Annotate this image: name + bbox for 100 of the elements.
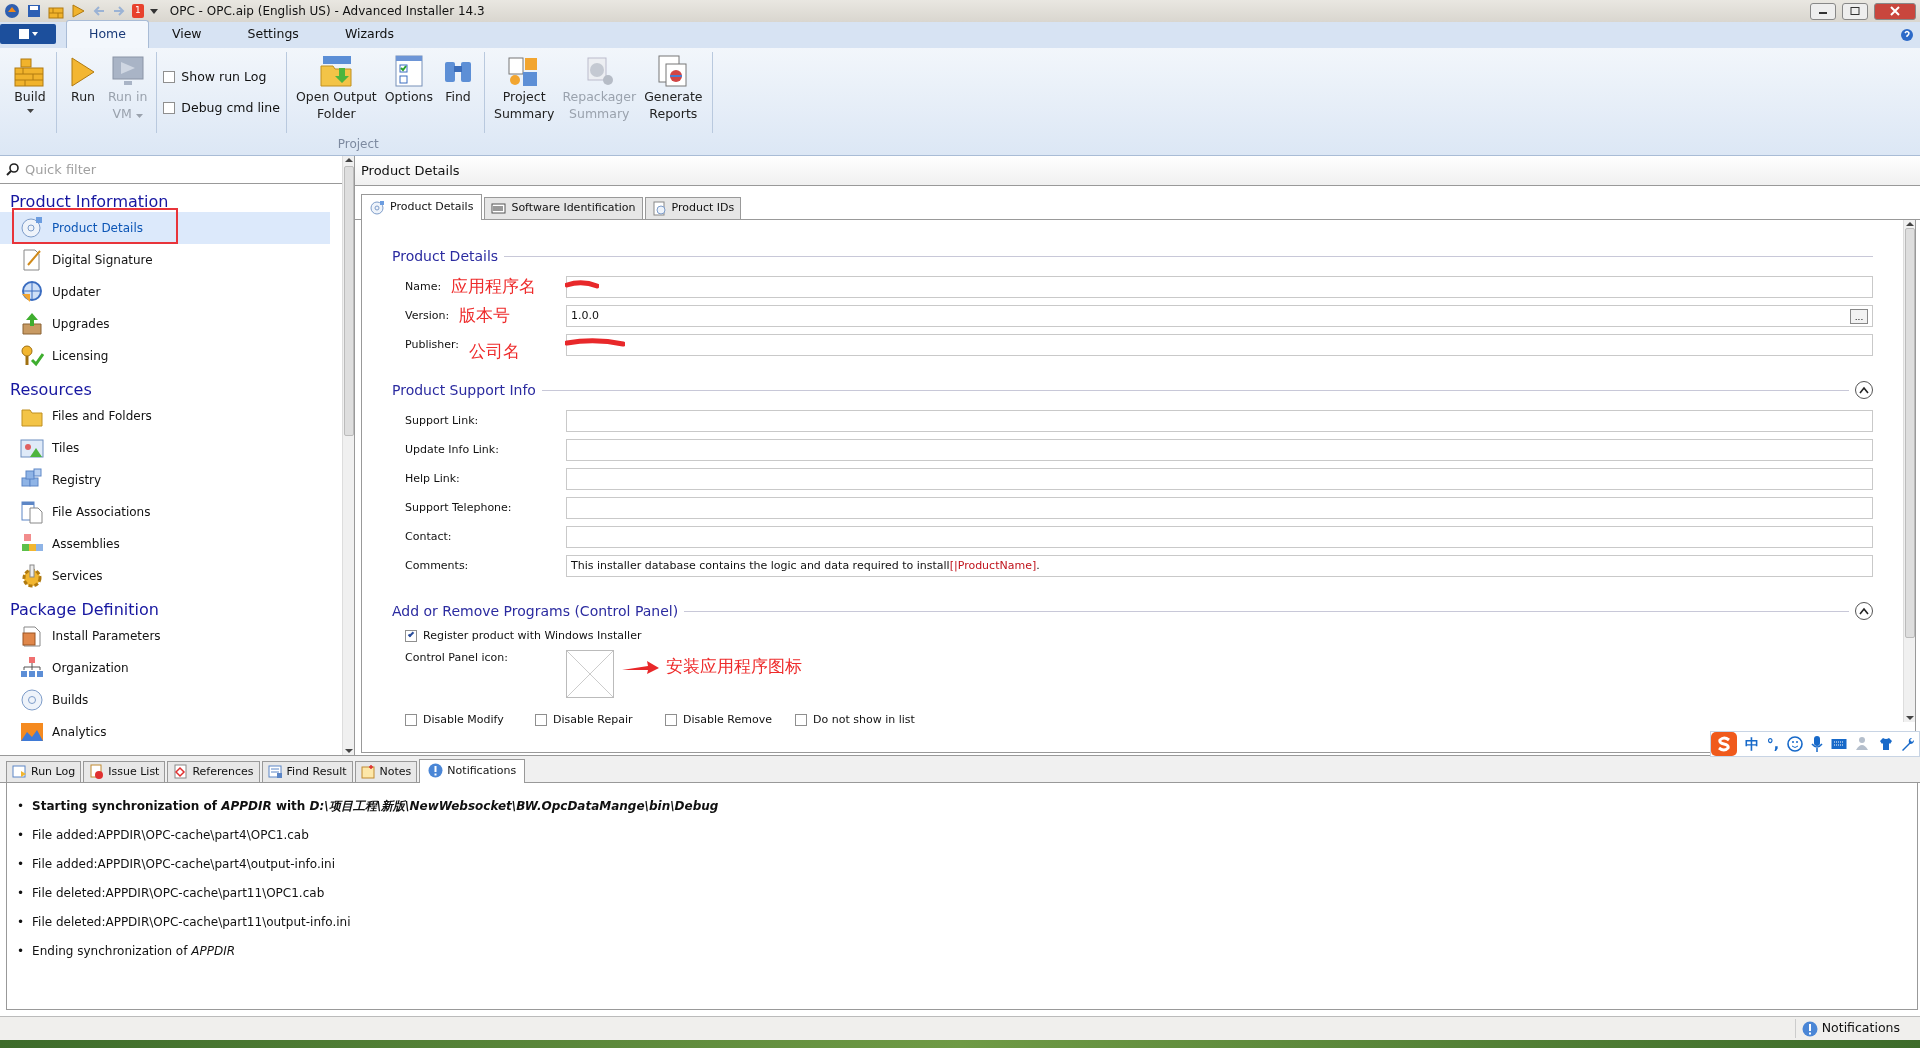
- sidebar-item[interactable]: Files and Folders: [0, 400, 330, 432]
- sidebar-item[interactable]: Digital Signature: [0, 244, 330, 276]
- chevron-up-icon: [1859, 386, 1869, 394]
- sidebar-item[interactable]: Services: [0, 560, 330, 592]
- tab[interactable]: Product Details: [361, 194, 483, 220]
- wrench-icon[interactable]: [1901, 737, 1915, 751]
- notifications-status-button[interactable]: Notifications: [1794, 1019, 1920, 1038]
- sidebar-item[interactable]: File Associations: [0, 496, 330, 528]
- field-label: Help Link:: [405, 470, 460, 487]
- input-field[interactable]: 1.0.0 ...: [566, 305, 1873, 327]
- tab[interactable]: References: [167, 760, 260, 782]
- browse-button[interactable]: ...: [1850, 309, 1868, 324]
- notification-text: File added:APPDIR\OPC-cache\part4\output-info.ini: [32, 856, 336, 873]
- input-field[interactable]: [566, 334, 1873, 356]
- bullet: •: [17, 943, 25, 960]
- sidebar-item[interactable]: Assemblies: [0, 528, 330, 560]
- notification-badge[interactable]: 1: [132, 4, 144, 18]
- ribbon-tab[interactable]: Wizards: [321, 20, 418, 48]
- app-logo-icon: [4, 3, 20, 19]
- field-label: Control Panel icon:: [405, 650, 509, 666]
- dropdown-caret-icon: [135, 114, 143, 119]
- keyboard-icon[interactable]: [1831, 738, 1847, 750]
- ribbon-button[interactable]: Open Output Folder: [292, 52, 380, 133]
- sidebar-item[interactable]: Builds: [0, 684, 330, 716]
- bullet: •: [17, 827, 25, 844]
- help-icon[interactable]: [1900, 28, 1914, 42]
- barcode-icon: [491, 200, 507, 216]
- sidebar-item[interactable]: Analytics: [0, 716, 330, 748]
- sidebar-item[interactable]: Install Parameters: [0, 620, 330, 652]
- search-icon: [6, 163, 19, 176]
- sidebar-item[interactable]: Registry: [0, 464, 330, 496]
- checkbox[interactable]: Show run Log: [163, 67, 280, 87]
- input-field[interactable]: [566, 468, 1873, 490]
- checkbox[interactable]: Register product with Windows Installer: [405, 627, 1873, 644]
- ribbon-button[interactable]: Options: [381, 52, 436, 133]
- microphone-icon[interactable]: [1811, 736, 1823, 752]
- annotation-text: 安装应用程序图标: [666, 655, 802, 678]
- field-label: Version:: [405, 307, 450, 324]
- tab[interactable]: Find Result: [261, 760, 353, 782]
- tab[interactable]: Software Identification: [484, 197, 643, 219]
- sidebar-section-title: Product Information: [9, 191, 170, 212]
- ribbon-button[interactable]: Build: [10, 52, 50, 133]
- error-list-icon: [89, 764, 105, 780]
- sidebar-item[interactable]: Organization: [0, 652, 330, 684]
- ime-mode-label[interactable]: °,: [1766, 733, 1779, 755]
- sidebar-section-title: Resources: [9, 379, 93, 400]
- checkbox[interactable]: Disable Modify: [405, 712, 535, 729]
- input-field[interactable]: [566, 497, 1873, 519]
- tab[interactable]: Issue List: [83, 760, 166, 782]
- key-check-icon: [20, 344, 44, 368]
- tab[interactable]: Product IDs: [644, 197, 742, 219]
- maximize-button[interactable]: [1842, 2, 1868, 20]
- dropdown-caret-icon[interactable]: [149, 7, 158, 15]
- bullet: •: [17, 885, 25, 902]
- tab[interactable]: Notifications: [419, 758, 526, 783]
- field-label: Comments:: [405, 557, 469, 574]
- scrollbar[interactable]: [1903, 219, 1915, 722]
- ribbon-button[interactable]: Project Summary: [490, 52, 558, 133]
- input-field[interactable]: [566, 526, 1873, 548]
- documents-icon: [20, 500, 44, 524]
- checkbox[interactable]: Debug cmd line: [163, 98, 280, 118]
- reference-icon: [173, 764, 189, 780]
- minimize-button[interactable]: [1810, 2, 1836, 20]
- sidebar-item[interactable]: Licensing: [0, 340, 330, 372]
- ime-mode-label[interactable]: 中: [1744, 733, 1759, 755]
- sidebar-item[interactable]: Updater: [0, 276, 330, 308]
- smiley-icon[interactable]: [1787, 736, 1803, 752]
- sidebar-item[interactable]: Upgrades: [0, 308, 330, 340]
- scroll-down-icon: [1905, 714, 1914, 722]
- ribbon-tab[interactable]: View: [148, 20, 225, 48]
- tab[interactable]: Run Log: [6, 760, 82, 782]
- back-arrow-icon[interactable]: [92, 4, 106, 18]
- input-field[interactable]: [566, 410, 1873, 432]
- bullet: •: [17, 914, 25, 931]
- empty-icon-placeholder[interactable]: [566, 650, 614, 698]
- notification-text: File added:APPDIR\OPC-cache\part4\OPC1.cab: [32, 827, 310, 844]
- input-field[interactable]: This installer database contains the logic and data required to install[|ProductName].: [566, 555, 1873, 577]
- collapse-button[interactable]: [1855, 381, 1873, 399]
- ribbon-button[interactable]: Generate Reports: [641, 52, 706, 133]
- tab[interactable]: Notes: [354, 760, 418, 782]
- run-button[interactable]: Run: [63, 52, 103, 133]
- save-icon[interactable]: [26, 3, 42, 19]
- input-field[interactable]: [566, 439, 1873, 461]
- field-label: Update Info Link:: [405, 441, 499, 458]
- ribbon-button[interactable]: Find: [437, 52, 478, 133]
- user-icon[interactable]: [1855, 736, 1871, 752]
- checkbox[interactable]: Disable Remove: [665, 712, 795, 729]
- scrollbar[interactable]: [342, 156, 354, 755]
- close-button[interactable]: [1874, 2, 1916, 20]
- ribbon-tab[interactable]: Home: [66, 20, 149, 48]
- collapse-button[interactable]: [1855, 602, 1873, 620]
- input-field[interactable]: [566, 276, 1873, 298]
- ribbon-tab[interactable]: Settings: [224, 20, 322, 48]
- sidebar-item[interactable]: Tiles: [0, 432, 330, 464]
- application-menu-button[interactable]: [0, 24, 56, 44]
- checkbox[interactable]: Disable Repair: [535, 712, 665, 729]
- checkbox[interactable]: Do not show in list: [795, 712, 925, 729]
- notification-text: File deleted:APPDIR\OPC-cache\part11\OPC1.cab: [32, 885, 326, 902]
- forward-arrow-icon[interactable]: [112, 4, 126, 18]
- shirt-icon[interactable]: [1879, 737, 1893, 751]
